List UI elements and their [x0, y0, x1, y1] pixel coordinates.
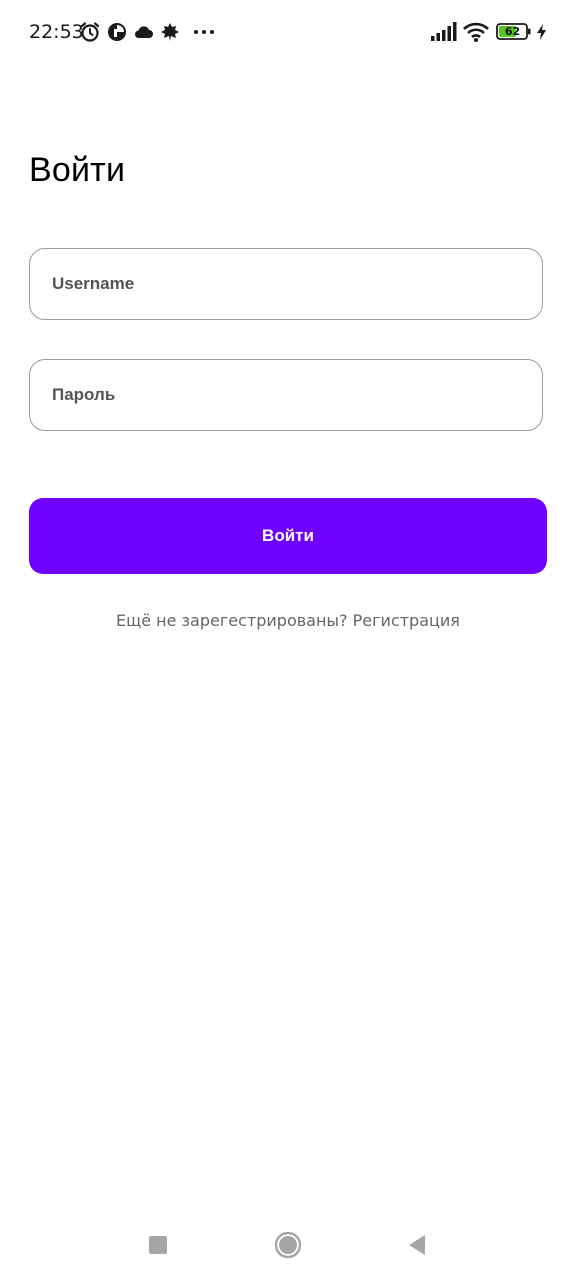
page-title: Войти	[29, 151, 126, 189]
register-link[interactable]: Регистрация	[353, 611, 460, 630]
charging-icon	[536, 24, 547, 45]
username-field[interactable]	[29, 248, 543, 320]
password-input[interactable]	[52, 360, 522, 430]
system-nav-bar	[0, 1210, 576, 1280]
status-bar: 22:53 62	[0, 0, 576, 64]
battery-icon: 62	[496, 23, 532, 40]
username-input[interactable]	[52, 249, 522, 319]
register-prompt-text: Ещё не зарегестрированы?	[116, 611, 348, 630]
cloud-icon	[132, 21, 154, 43]
register-prompt-line: Ещё не зарегестрированы? Регистрация	[0, 609, 576, 633]
home-circle-icon[interactable]	[258, 1210, 318, 1280]
login-button[interactable]: Войти	[29, 498, 547, 574]
back-triangle-icon[interactable]	[387, 1210, 447, 1280]
password-field[interactable]	[29, 359, 543, 431]
recents-square-icon[interactable]	[128, 1210, 188, 1280]
leaf-icon	[159, 21, 181, 43]
wifi-icon	[463, 22, 489, 47]
battery-level-text: 62	[504, 25, 521, 38]
more-dots-icon	[192, 21, 216, 43]
alarm-icon	[79, 21, 101, 43]
status-time: 22:53	[29, 21, 84, 43]
signal-icon	[431, 22, 457, 47]
app-status-icon	[106, 21, 128, 43]
